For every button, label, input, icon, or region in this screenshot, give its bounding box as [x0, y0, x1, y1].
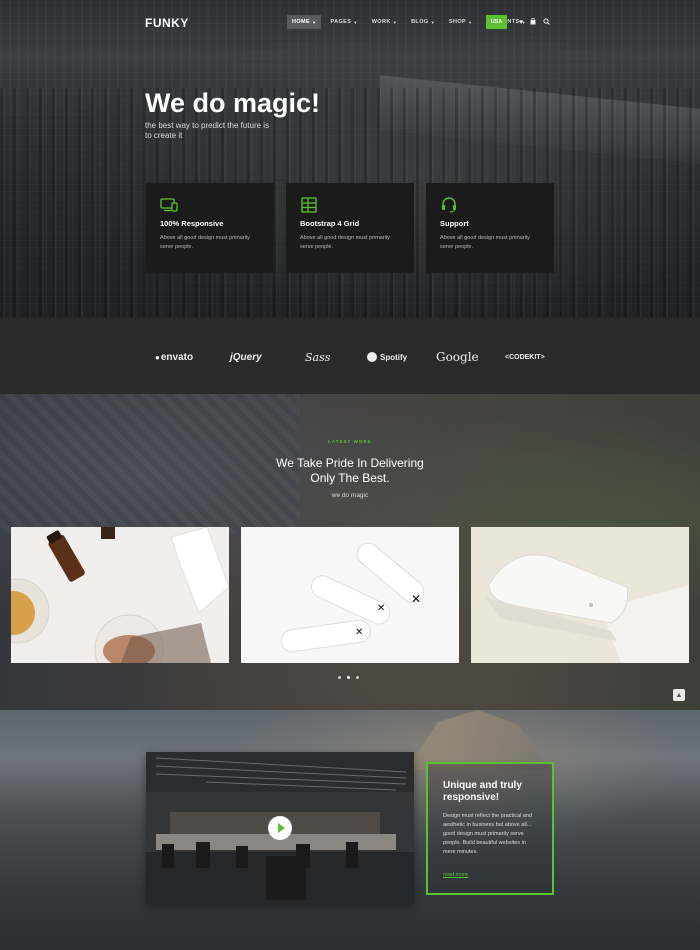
grid-icon [300, 197, 318, 213]
read-more-link[interactable]: read more [443, 872, 468, 878]
partner-logo-spotify[interactable]: Spotify [367, 350, 407, 364]
partner-logo-sass[interactable]: Sass [305, 350, 330, 364]
nav-label: BLOG [411, 19, 429, 25]
heart-icon[interactable]: ♥ [519, 19, 523, 26]
chevron-down-icon: ▼ [468, 19, 473, 25]
section-subtitle: we do magic [331, 492, 369, 499]
promo-box: Unique and truly responsive! Design must… [426, 762, 554, 895]
top-navigation: FUNKY HOME▼ PAGES▼ WORK▼ BLOG▼ SHOP▼ ELE… [0, 0, 700, 44]
partner-logo-text: envato [160, 351, 194, 363]
section-title: We Take Pride In Delivering Only The Bes… [276, 456, 424, 485]
chevron-down-icon: ▼ [353, 19, 358, 25]
carousel-dot[interactable] [356, 676, 359, 679]
bag-icon[interactable] [530, 17, 536, 27]
feature-text: Above all good design must primarily ser… [440, 235, 530, 250]
feature-title: Bootstrap 4 Grid [300, 219, 360, 228]
headset-icon [440, 197, 458, 213]
nav-item-shop[interactable]: SHOP ▼ [444, 15, 478, 29]
sneakers-photo: ✕ ✕ ✕ [241, 527, 459, 663]
chevron-down-icon: ▼ [312, 19, 317, 25]
background-mountain [406, 710, 550, 770]
chevron-up-icon: ▲ [675, 691, 683, 699]
partner-logo-text: <CODEKIT> [505, 353, 545, 361]
partner-logo-google[interactable]: Google [436, 350, 479, 364]
hero-subtitle: the best way to predict the future is to… [145, 121, 270, 140]
feature-card-support: Support Above all good design must prima… [426, 183, 554, 273]
stapler-photo [471, 527, 689, 663]
hero-title: We do magic! [145, 88, 321, 118]
carousel-dot[interactable] [338, 676, 341, 679]
brand-logo[interactable]: FUNKY [145, 16, 189, 30]
feature-title: 100% Responsive [160, 219, 224, 228]
section-tag: LATEST WORK [328, 439, 372, 444]
nav-icon-group: ♥ [519, 15, 551, 29]
svg-text:✕: ✕ [411, 592, 421, 606]
carousel-dot-active[interactable] [347, 676, 350, 679]
partner-logo-text: Google [436, 350, 479, 364]
nav-item-home[interactable]: HOME ▼ [287, 15, 322, 29]
chevron-down-icon: ▼ [430, 19, 435, 25]
play-icon [277, 823, 285, 833]
partner-logo-text: jQuery [230, 351, 262, 363]
partner-logo-jquery[interactable]: jQuery [230, 350, 262, 364]
search-icon[interactable] [543, 17, 551, 27]
portfolio-card-stapler[interactable] [471, 527, 689, 663]
nav-label: HOME [292, 19, 311, 25]
feature-card-grid: Bootstrap 4 Grid Above all good design m… [286, 183, 414, 273]
feature-title: Support [440, 219, 469, 228]
feature-text: Above all good design must primarily ser… [160, 235, 250, 250]
svg-text:✕: ✕ [355, 627, 363, 638]
devices-icon [160, 197, 178, 213]
nav-item-pages[interactable]: PAGES ▼ [325, 15, 362, 29]
partner-logo-text: Sass [305, 350, 331, 364]
feature-card-responsive: 100% Responsive Above all good design mu… [146, 183, 274, 273]
promo-title: Unique and truly responsive! [443, 780, 522, 803]
partner-logo-envato[interactable]: ● envato [155, 350, 193, 364]
chevron-down-icon: ▼ [392, 19, 398, 25]
leaf-icon: ● [155, 352, 160, 362]
promo-text: Design must reflect the practical and ae… [443, 813, 532, 855]
partner-logo-codekit[interactable]: <CODEKIT> [505, 350, 545, 364]
nav-item-work[interactable]: WORK ▼ [367, 15, 402, 29]
carousel-pagination [338, 676, 359, 679]
language-button[interactable]: USA [486, 15, 507, 29]
svg-text:✕: ✕ [377, 603, 385, 614]
nav-label: SHOP [448, 19, 467, 25]
partner-logo-text: Spotify [380, 352, 408, 362]
portfolio-card-sneakers[interactable]: ✕ ✕ ✕ [241, 527, 459, 663]
cosmetics-photo [11, 527, 229, 663]
nav-label: WORK [371, 19, 391, 25]
feature-text: Above all good design must primarily ser… [300, 235, 390, 250]
partner-logo-strip [0, 318, 700, 394]
scroll-to-top-button[interactable]: ▲ [673, 689, 685, 701]
play-button[interactable] [268, 816, 292, 840]
portfolio-card-cosmetics[interactable] [11, 527, 229, 663]
nav-label: PAGES [330, 19, 352, 25]
nav-item-blog[interactable]: BLOG ▼ [406, 15, 440, 29]
spotify-icon [367, 352, 377, 362]
